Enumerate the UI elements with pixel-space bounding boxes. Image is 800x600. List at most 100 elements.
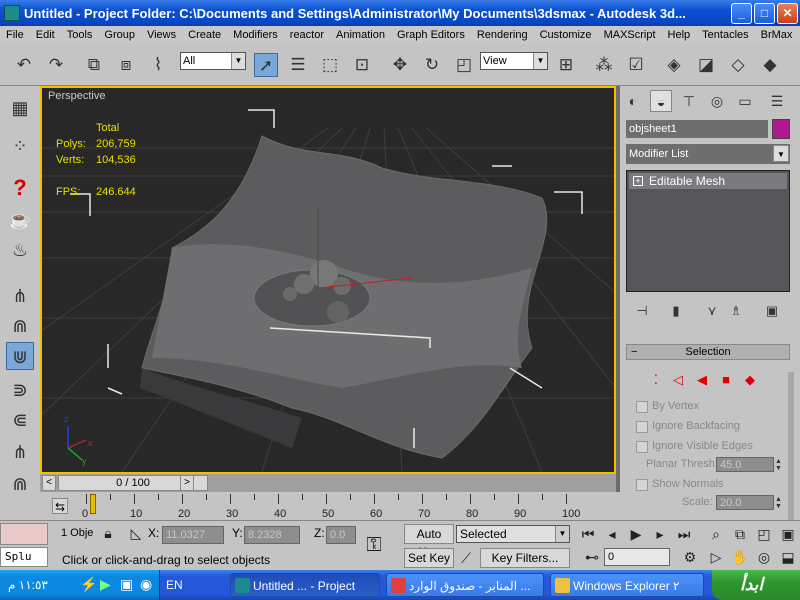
selection-filter-dropdown[interactable]: All ▼ <box>180 52 246 70</box>
rectangular-selection-icon[interactable]: ⬚ <box>318 53 342 77</box>
selection-rollout-header[interactable]: − Selection <box>626 344 790 360</box>
y-coordinate-field[interactable]: 8.2328 <box>244 526 300 544</box>
lamp-icon[interactable]: ♨ <box>6 236 34 264</box>
play-icon[interactable]: ▶ <box>626 524 646 544</box>
select-object-icon[interactable]: ➚ <box>254 53 278 77</box>
field-of-view-icon[interactable]: ▷ <box>706 547 726 567</box>
menu-file[interactable]: File <box>0 29 30 41</box>
menu-edit[interactable]: Edit <box>30 29 61 41</box>
window-crossing-icon[interactable]: ⊡ <box>350 53 374 77</box>
key-tangent-icon[interactable]: ⟋ <box>456 548 476 568</box>
pin-stack-icon[interactable]: ⊣ <box>632 300 652 322</box>
magnet-grid-icon[interactable]: ⋔ <box>6 282 34 310</box>
key-filters-button[interactable]: Key Filters... <box>480 548 570 568</box>
pan-icon[interactable]: ✋ <box>730 547 750 567</box>
lock-selection-icon[interactable]: 🔒︎ <box>98 523 118 543</box>
menu-customize[interactable]: Customize <box>534 29 598 41</box>
x-coordinate-field[interactable]: 11.0327 <box>162 526 224 544</box>
remove-modifier-icon[interactable]: ♗ <box>726 300 746 322</box>
zoom-icon[interactable]: ⌕ <box>706 524 726 544</box>
unlink-icon[interactable]: ⧈ <box>114 53 138 77</box>
menu-help[interactable]: Help <box>662 29 697 41</box>
prev-frame-icon[interactable]: ◂ <box>602 524 622 544</box>
edit-named-selection-icon[interactable]: ☑ <box>624 53 648 77</box>
maxscript-listener-input[interactable]: Splu <box>0 547 48 567</box>
by-vertex-checkbox[interactable]: By Vertex <box>634 398 794 414</box>
redo-icon[interactable]: ↷ <box>44 53 68 77</box>
minimize-button[interactable]: _ <box>731 3 752 24</box>
modify-tab-icon[interactable]: ◒ <box>650 90 672 112</box>
menu-maxscript[interactable]: MAXScript <box>598 29 662 41</box>
stack-item-editable-mesh[interactable]: + Editable Mesh <box>629 173 787 189</box>
key-mode-dropdown[interactable]: Selected ▼ <box>456 525 570 543</box>
show-end-result-icon[interactable]: ▮ <box>666 300 686 322</box>
menu-tools[interactable]: Tools <box>61 29 99 41</box>
vertex-icon[interactable]: ⁚ <box>648 372 664 388</box>
reference-coord-dropdown[interactable]: View ▼ <box>480 52 548 70</box>
layer-manager-icon[interactable]: ◇ <box>726 53 750 77</box>
menu-tentacles[interactable]: Tentacles <box>696 29 754 41</box>
menu-graph-editors[interactable]: Graph Editors <box>391 29 471 41</box>
key-mode-toggle-icon[interactable]: ⊷ <box>582 547 602 567</box>
time-config-icon[interactable]: ⚙ <box>680 547 700 567</box>
polygon-icon[interactable]: ■ <box>718 372 734 388</box>
expand-icon[interactable]: + <box>633 176 643 186</box>
menu-brmax[interactable]: BrMax <box>755 29 799 41</box>
tray-media-icon[interactable]: ▶ <box>100 576 111 593</box>
magnet-active-icon[interactable]: ⋓ <box>6 342 34 370</box>
time-slider[interactable]: < 0 / 100 > <box>40 474 616 492</box>
viewport-label[interactable]: Perspective <box>48 90 105 102</box>
rotate-icon[interactable]: ↻ <box>420 53 444 77</box>
ignore-visible-edges-checkbox[interactable]: Ignore Visible Edges <box>634 438 794 454</box>
snaps-toggle-icon[interactable]: ⁂ <box>592 53 616 77</box>
current-frame-field[interactable]: 0 <box>604 548 670 566</box>
auto-key-button[interactable]: Auto Key <box>404 524 454 559</box>
hierarchy-tab-icon[interactable]: ⊤ <box>678 90 700 112</box>
ignore-backfacing-checkbox[interactable]: Ignore Backfacing <box>634 418 794 434</box>
spinner-arrows-icon[interactable]: ▲ ▼ <box>775 458 785 473</box>
magnet-icon[interactable]: ⋒ <box>6 312 34 340</box>
face-icon[interactable]: ◀ <box>694 372 710 388</box>
set-key-button[interactable]: Set Key <box>404 548 454 568</box>
planar-thresh-spinner[interactable]: 45.0 ▲ ▼ <box>716 457 782 472</box>
tray-app-icon[interactable]: ▣ <box>120 576 133 593</box>
element-icon[interactable]: ◆ <box>742 372 758 388</box>
scale-spinner[interactable]: 20.0 ▲ ▼ <box>716 495 782 510</box>
menu-create[interactable]: Create <box>182 29 227 41</box>
go-to-start-icon[interactable]: ⏮ <box>578 524 598 544</box>
curve-editor-icon[interactable]: ◆ <box>758 53 782 77</box>
grid-icon[interactable]: ▦ <box>6 94 34 122</box>
display-tab-icon[interactable]: ▭ <box>734 90 756 112</box>
scale-icon[interactable]: ◰ <box>452 53 476 77</box>
maxscript-listener-output[interactable] <box>0 523 48 545</box>
menu-reactor[interactable]: reactor <box>284 29 330 41</box>
select-by-name-icon[interactable]: ☰ <box>286 53 310 77</box>
show-normals-checkbox[interactable]: Show Normals <box>634 476 794 492</box>
arc-rotate-icon[interactable]: ◎ <box>754 547 774 567</box>
link-icon[interactable]: ⧉ <box>82 53 106 77</box>
start-button[interactable]: ابدأ <box>712 570 800 600</box>
absolute-mode-icon[interactable]: ◺ <box>126 523 146 543</box>
pivot-center-icon[interactable]: ⊞ <box>554 53 578 77</box>
mirror-icon[interactable]: ◈ <box>662 53 686 77</box>
spinner-arrows-icon[interactable]: ▲ ▼ <box>775 496 785 511</box>
motion-tab-icon[interactable]: ◎ <box>706 90 728 112</box>
maximize-button[interactable]: □ <box>754 3 775 24</box>
menu-rendering[interactable]: Rendering <box>471 29 534 41</box>
edge-icon[interactable]: ◁ <box>670 372 686 388</box>
magnet-rotate-icon[interactable]: ⋐ <box>6 406 34 434</box>
menu-animation[interactable]: Animation <box>330 29 391 41</box>
menu-group[interactable]: Group <box>98 29 141 41</box>
task-outlook[interactable]: المنابر - صندوق الوارد ... <box>386 573 544 597</box>
track-bar[interactable]: ⇆ 0 10 20 30 40 50 60 70 80 90 100 <box>0 492 620 520</box>
modifier-list-dropdown[interactable]: Modifier List ▼ <box>626 144 790 164</box>
utilities-tab-icon[interactable]: ☰ <box>766 90 788 112</box>
task-explorer[interactable]: Windows Explorer ٢ <box>550 573 704 597</box>
z-coordinate-field[interactable]: 0.0 <box>326 526 356 544</box>
next-frame-icon[interactable]: ▸ <box>650 524 670 544</box>
perspective-viewport[interactable]: Perspective Total Polys: 206,759 Verts: … <box>40 86 616 474</box>
create-tab-icon[interactable]: ◐ <box>622 90 644 112</box>
tray-ie-icon[interactable]: ◉ <box>140 576 152 593</box>
command-panel-scrollbar[interactable] <box>788 372 794 520</box>
make-unique-icon[interactable]: ⋎ <box>702 300 722 322</box>
